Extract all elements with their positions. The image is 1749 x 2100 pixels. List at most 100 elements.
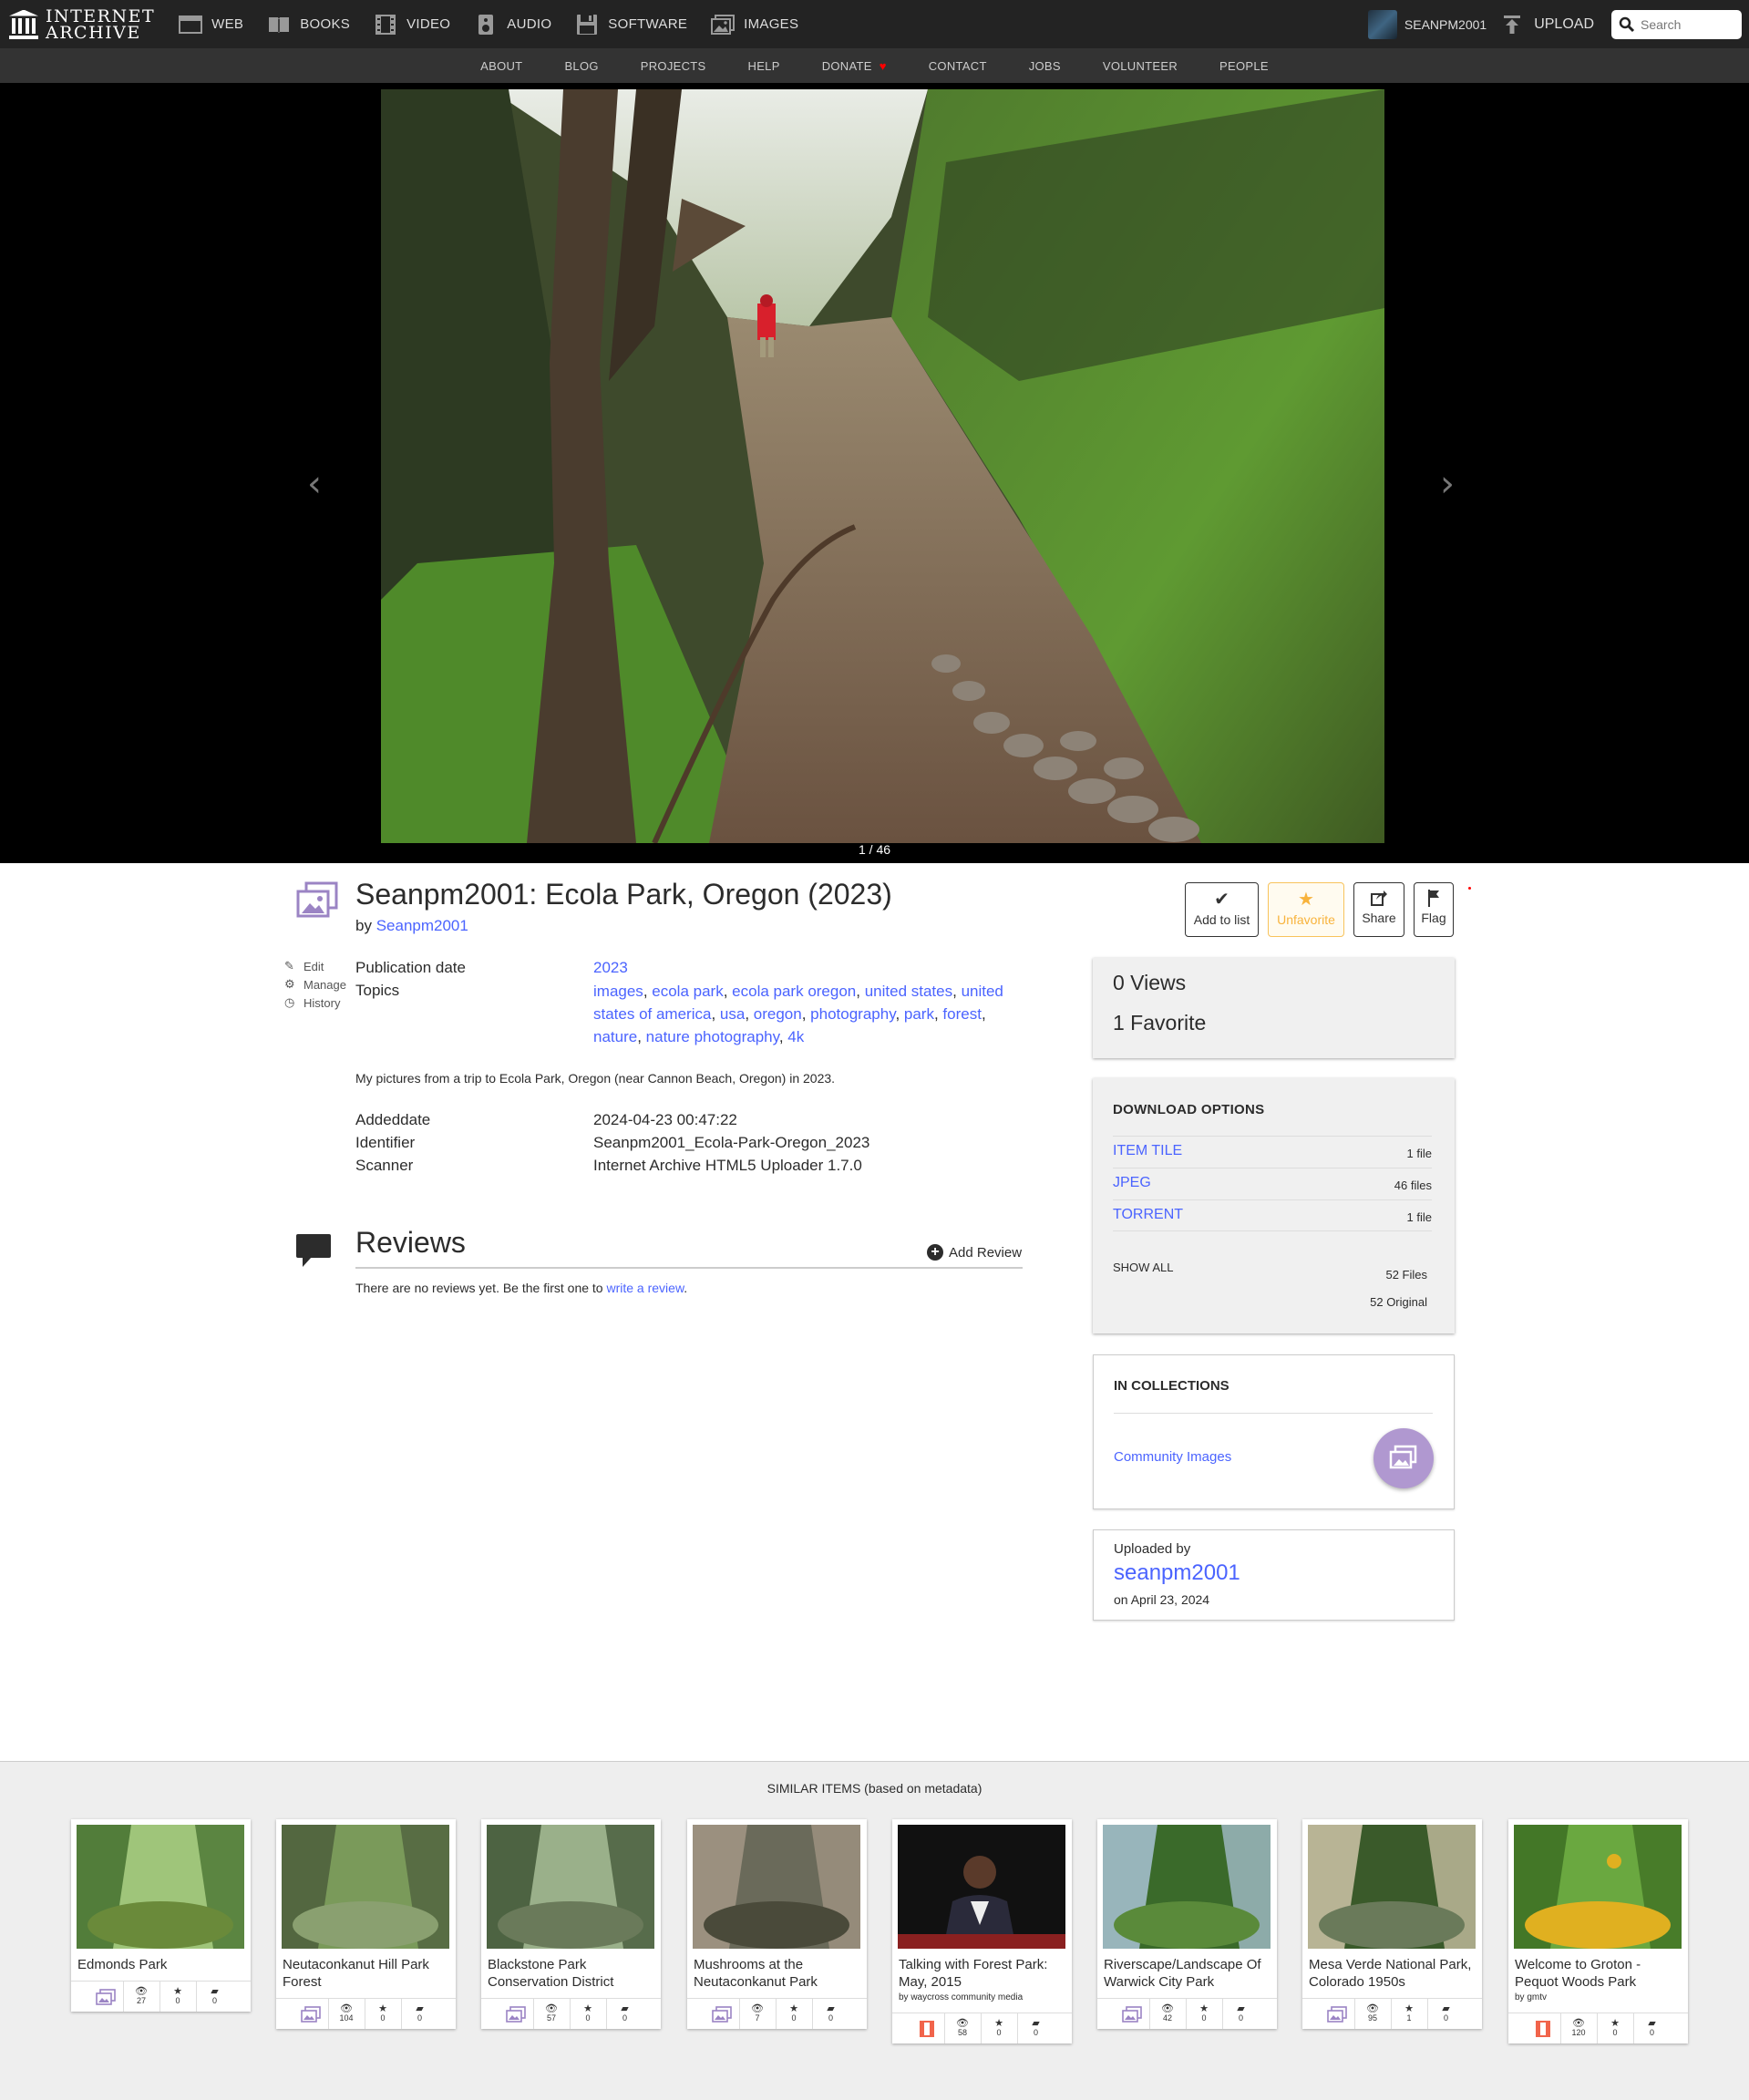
- download-count: 1 file: [1406, 1210, 1432, 1224]
- main-photo[interactable]: [381, 89, 1384, 843]
- nav-web[interactable]: WEB: [179, 15, 243, 35]
- similar-item-thumbnail[interactable]: [693, 1825, 860, 1949]
- topic-link[interactable]: images: [593, 983, 643, 1000]
- similar-item-thumbnail[interactable]: [282, 1825, 449, 1949]
- similar-item-thumbnail[interactable]: [1308, 1825, 1476, 1949]
- download-item-tile-link[interactable]: ITEM TILE: [1113, 1143, 1182, 1159]
- reviews-value: 0: [1649, 2028, 1654, 2037]
- similar-item-tile[interactable]: Blackstone Park Conservation District 👁 57…: [481, 1819, 661, 2029]
- uploader-link[interactable]: seanpm2001: [1114, 1560, 1240, 1586]
- topic-separator: ,: [637, 1028, 646, 1045]
- upload-button[interactable]: UPLOAD: [1503, 15, 1594, 35]
- write-review-link[interactable]: write a review: [606, 1281, 684, 1295]
- total-files-link[interactable]: 52 Files: [1385, 1268, 1427, 1282]
- similar-item-tile[interactable]: Mesa Verde National Park, Colorado 1950s…: [1302, 1819, 1482, 2029]
- topic-link[interactable]: 4k: [787, 1028, 804, 1045]
- search-box[interactable]: [1611, 9, 1742, 39]
- topic-link[interactable]: oregon: [754, 1005, 802, 1023]
- similar-item-title[interactable]: Talking with Forest Park: May, 2015: [899, 1956, 1068, 1991]
- subnav-help[interactable]: HELP: [748, 59, 780, 73]
- topic-link[interactable]: nature photography: [646, 1028, 779, 1045]
- subnav-jobs[interactable]: JOBS: [1029, 59, 1061, 73]
- avatar[interactable]: [1367, 9, 1397, 39]
- add-review-button[interactable]: + Add Review: [927, 1244, 1022, 1261]
- image-pager: 1 / 46: [858, 842, 891, 857]
- nav-video[interactable]: VIDEO: [374, 14, 450, 35]
- subnav-people[interactable]: PEOPLE: [1219, 59, 1269, 73]
- nav-software[interactable]: SOFTWARE: [575, 14, 687, 35]
- item-description: My pictures from a trip to Ecola Park, O…: [355, 1071, 836, 1086]
- download-jpeg-link[interactable]: JPEG: [1113, 1175, 1151, 1191]
- upload-date: on April 23, 2024: [1114, 1592, 1210, 1607]
- topic-link[interactable]: ecola park: [652, 983, 723, 1000]
- nav-books[interactable]: BOOKS: [267, 15, 350, 35]
- media-type-badge: [1321, 1999, 1355, 2029]
- star-icon: ★: [173, 1985, 182, 1997]
- topic-link[interactable]: usa: [720, 1005, 745, 1023]
- publication-date-link[interactable]: 2023: [593, 959, 628, 977]
- edit-link[interactable]: ✎ Edit: [284, 960, 324, 973]
- similar-item-title[interactable]: Edmonds Park: [77, 1956, 247, 1973]
- similar-item-tile[interactable]: Mushrooms at the Neutaconkanut Park 👁 7 ★ 0 ▰…: [687, 1819, 867, 2029]
- flag-button[interactable]: Flag: [1414, 882, 1454, 937]
- favorites-value: 0: [175, 1996, 180, 2005]
- topic-link[interactable]: forest: [942, 1005, 982, 1023]
- reviews-value: 0: [828, 2013, 833, 2023]
- subnav-projects[interactable]: PROJECTS: [641, 59, 706, 73]
- views-stat: 👁 104: [329, 1999, 365, 2029]
- subnav-contact[interactable]: CONTACT: [929, 59, 987, 73]
- search-input[interactable]: [1641, 16, 1732, 32]
- similar-item-title[interactable]: Mushrooms at the Neutaconkanut Park: [694, 1956, 863, 1991]
- media-type-badge: [1116, 1999, 1150, 2029]
- show-all-link[interactable]: SHOW ALL: [1113, 1261, 1173, 1274]
- nav-audio[interactable]: AUDIO: [474, 14, 551, 35]
- similar-item-thumbnail[interactable]: [77, 1825, 244, 1949]
- share-button[interactable]: Share: [1353, 882, 1404, 937]
- similar-item-thumbnail[interactable]: [1514, 1825, 1682, 1949]
- similar-item-title[interactable]: Welcome to Groton - Pequot Woods Park: [1515, 1956, 1684, 1991]
- nav-images[interactable]: IMAGES: [711, 14, 798, 35]
- topic-link[interactable]: park: [904, 1005, 934, 1023]
- history-link[interactable]: ◷ History: [284, 996, 340, 1010]
- subnav-blog[interactable]: BLOG: [564, 59, 598, 73]
- topic-link[interactable]: nature: [593, 1028, 637, 1045]
- similar-item-tile[interactable]: Welcome to Groton - Pequot Woods Park by …: [1508, 1819, 1688, 2043]
- similar-item-title[interactable]: Neutaconkanut Hill Park Forest: [283, 1956, 452, 1991]
- similar-item-tile[interactable]: Edmonds Park 👁 27 ★ 0 ▰ 0: [71, 1819, 251, 2012]
- similar-item-thumbnail[interactable]: [487, 1825, 654, 1949]
- collection-link[interactable]: Community Images: [1114, 1449, 1231, 1465]
- similar-item-thumbnail[interactable]: [1103, 1825, 1271, 1949]
- add-to-list-button[interactable]: ✔ Add to list: [1185, 882, 1259, 937]
- download-torrent-link[interactable]: TORRENT: [1113, 1207, 1183, 1223]
- unfavorite-button[interactable]: ★ Unfavorite: [1268, 882, 1344, 937]
- subnav-volunteer[interactable]: VOLUNTEER: [1103, 59, 1178, 73]
- comment-icon: ▰: [1648, 2017, 1656, 2029]
- subnav-donate[interactable]: DONATE ♥: [822, 59, 887, 73]
- creator-link[interactable]: Seanpm2001: [376, 917, 468, 934]
- similar-item-title[interactable]: Blackstone Park Conservation District: [488, 1956, 657, 1991]
- subnav-about[interactable]: ABOUT: [480, 59, 522, 73]
- next-arrow-icon[interactable]: ›: [1434, 466, 1461, 502]
- username-link[interactable]: SEANPM2001: [1404, 17, 1487, 32]
- topic-link[interactable]: united states: [865, 983, 952, 1000]
- comment-icon: ▰: [1032, 2017, 1040, 2029]
- similar-item-tile[interactable]: Neutaconkanut Hill Park Forest 👁 104 ★ 0 ▰ 0: [276, 1819, 456, 2029]
- image-icon: [1122, 2005, 1142, 2023]
- similar-item-tile[interactable]: Talking with Forest Park: May, 2015 by wa…: [892, 1819, 1072, 2043]
- similar-item-title[interactable]: Mesa Verde National Park, Colorado 1950s: [1309, 1956, 1478, 1991]
- similar-item-thumbnail[interactable]: [898, 1825, 1065, 1949]
- topic-separator: ,: [643, 983, 653, 1000]
- total-original-link[interactable]: 52 Original: [1370, 1295, 1427, 1309]
- eye-icon: 👁: [751, 2002, 764, 2014]
- collection-images-icon[interactable]: [1373, 1428, 1434, 1488]
- topic-link[interactable]: ecola park oregon: [732, 983, 856, 1000]
- favorites-value: 0: [996, 2028, 1002, 2037]
- topic-link[interactable]: photography: [810, 1005, 895, 1023]
- previous-arrow-icon[interactable]: ‹: [301, 466, 328, 502]
- eye-icon: 👁: [135, 1985, 148, 1997]
- manage-link[interactable]: ⚙ Manage: [284, 978, 346, 992]
- upload-icon: [1504, 15, 1521, 34]
- similar-item-tile[interactable]: Riverscape/Landscape Of Warwick City Par…: [1097, 1819, 1277, 2029]
- internet-archive-logo[interactable]: INTERNET ARCHIVE: [9, 0, 155, 48]
- similar-item-title[interactable]: Riverscape/Landscape Of Warwick City Par…: [1104, 1956, 1273, 1991]
